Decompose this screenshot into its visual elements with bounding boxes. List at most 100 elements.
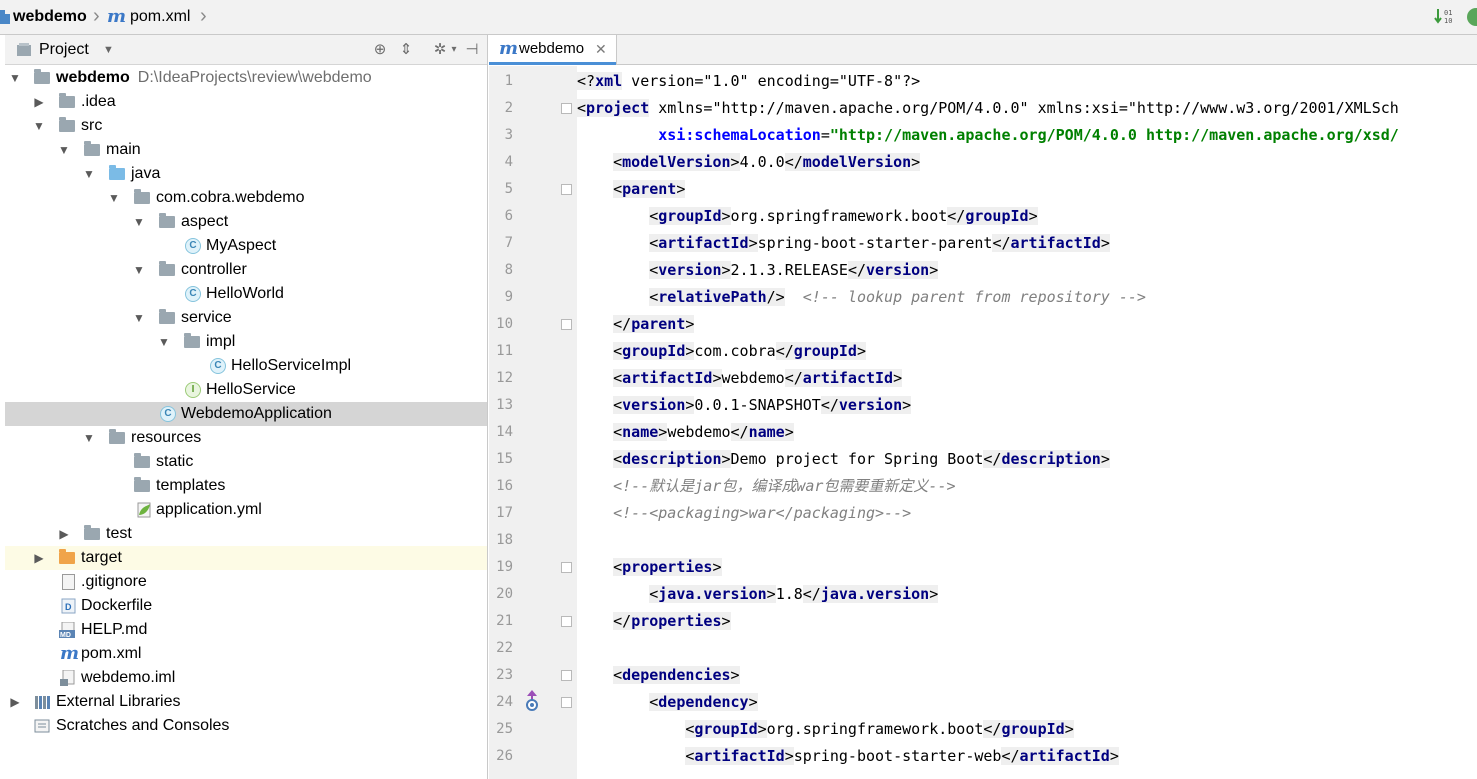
- chevron-right-icon[interactable]: ▶: [8, 690, 22, 714]
- binary-sort-icon[interactable]: 01 10: [1434, 7, 1456, 27]
- code-line[interactable]: <artifactId>spring-boot-starter-web</art…: [577, 743, 1119, 770]
- chevron-down-icon[interactable]: ▼: [132, 258, 146, 282]
- navigate-to-parent-icon[interactable]: [524, 689, 540, 711]
- tree-item-help-md[interactable]: MD HELP.md: [5, 618, 487, 642]
- tree-item-external-libraries[interactable]: ▶ External Libraries: [5, 690, 487, 714]
- chevron-right-icon[interactable]: ▶: [32, 90, 46, 114]
- code-line[interactable]: <version>2.1.3.RELEASE</version>: [577, 257, 939, 284]
- line-number: 22: [496, 640, 513, 656]
- tree-item-scratches[interactable]: Scratches and Consoles: [5, 714, 487, 738]
- code-line[interactable]: <relativePath/> <!-- lookup parent from …: [577, 284, 1146, 311]
- code-line[interactable]: <properties>: [577, 554, 722, 581]
- code-line[interactable]: <dependencies>: [577, 662, 740, 689]
- fold-marker-icon[interactable]: [561, 184, 572, 195]
- tree-item-dockerfile[interactable]: D Dockerfile: [5, 594, 487, 618]
- tree-item-label: Scratches and Consoles: [56, 717, 230, 734]
- collapse-all-icon[interactable]: ⇕: [396, 40, 416, 60]
- chevron-down-icon[interactable]: ▼: [103, 35, 114, 65]
- chevron-right-icon[interactable]: ▶: [57, 522, 71, 546]
- tree-item-controller[interactable]: ▼ controller: [5, 258, 487, 282]
- chevron-down-icon[interactable]: ▼: [82, 426, 96, 450]
- tree-item-test[interactable]: ▶ test: [5, 522, 487, 546]
- code-line[interactable]: <?xml version="1.0" encoding="UTF-8"?>: [577, 68, 920, 95]
- tree-item-label: .gitignore: [81, 573, 147, 590]
- code-line[interactable]: <!--<packaging>war</packaging>-->: [577, 500, 911, 527]
- fold-marker-icon[interactable]: [561, 670, 572, 681]
- line-number: 16: [496, 478, 513, 494]
- fold-marker-icon[interactable]: [561, 103, 572, 114]
- tree-item-webdemo-iml[interactable]: webdemo.iml: [5, 666, 487, 690]
- tree-item-gitignore[interactable]: .gitignore: [5, 570, 487, 594]
- hide-panel-icon[interactable]: ⊣: [462, 40, 482, 60]
- fold-marker-icon[interactable]: [561, 697, 572, 708]
- tree-item-webdemo[interactable]: ▼ webdemo D:\IdeaProjects\review\webdemo: [5, 66, 487, 90]
- tree-item-service[interactable]: ▼ service: [5, 306, 487, 330]
- line-number: 9: [504, 289, 513, 305]
- code-line[interactable]: <!--默认是jar包，编译成war包需要重新定义-->: [577, 473, 955, 500]
- code-line[interactable]: <artifactId>webdemo</artifactId>: [577, 365, 903, 392]
- tree-item-helloserviceimpl[interactable]: C HelloServiceImpl: [5, 354, 487, 378]
- editor-tab[interactable]: m webdemo ✕: [489, 35, 617, 65]
- code-line[interactable]: <modelVersion>4.0.0</modelVersion>: [577, 149, 921, 176]
- tree-item-idea[interactable]: ▶ .idea: [5, 90, 487, 114]
- tree-item-helloservice[interactable]: I HelloService: [5, 378, 487, 402]
- code-line[interactable]: </parent>: [577, 311, 695, 338]
- tree-item-aspect[interactable]: ▼ aspect: [5, 210, 487, 234]
- tree-item-impl[interactable]: ▼ impl: [5, 330, 487, 354]
- code-line[interactable]: <groupId>org.springframework.boot</group…: [577, 716, 1074, 743]
- code-line[interactable]: <java.version>1.8</java.version>: [577, 581, 939, 608]
- code-line[interactable]: <project xmlns="http://maven.apache.org/…: [577, 95, 1399, 122]
- editor-tab-bar: m webdemo ✕: [489, 35, 1477, 65]
- code-line[interactable]: <description>Demo project for Spring Boo…: [577, 446, 1110, 473]
- editor-tab-label: webdemo: [519, 40, 585, 57]
- tree-item-src[interactable]: ▼ src: [5, 114, 487, 138]
- chevron-down-icon[interactable]: ▾: [444, 40, 464, 60]
- line-number: 24: [496, 694, 513, 710]
- run-icon[interactable]: [1464, 7, 1477, 27]
- chevron-down-icon[interactable]: ▼: [107, 186, 121, 210]
- chevron-down-icon[interactable]: ▼: [32, 114, 46, 138]
- code-line[interactable]: <parent>: [577, 176, 686, 203]
- chevron-down-icon[interactable]: ▼: [8, 66, 22, 90]
- chevron-down-icon[interactable]: ▼: [82, 162, 96, 186]
- tree-item-myaspect[interactable]: C MyAspect: [5, 234, 487, 258]
- fold-marker-icon[interactable]: [561, 616, 572, 627]
- close-icon[interactable]: ✕: [595, 35, 607, 63]
- tree-item-java[interactable]: ▼ java: [5, 162, 487, 186]
- folder-icon: [134, 453, 150, 468]
- project-view-title[interactable]: Project: [39, 35, 89, 65]
- code-line[interactable]: <dependency>: [577, 689, 758, 716]
- code-line[interactable]: <groupId>org.springframework.boot</group…: [577, 203, 1038, 230]
- line-number: 2: [504, 100, 513, 116]
- chevron-down-icon[interactable]: ▼: [132, 210, 146, 234]
- tree-item-static[interactable]: static: [5, 450, 487, 474]
- code-line[interactable]: </properties>: [577, 608, 731, 635]
- tree-item-helloworld[interactable]: C HelloWorld: [5, 282, 487, 306]
- chevron-down-icon[interactable]: ▼: [57, 138, 71, 162]
- tree-item-package-root[interactable]: ▼ com.cobra.webdemo: [5, 186, 487, 210]
- chevron-down-icon[interactable]: ▼: [157, 330, 171, 354]
- code-editor[interactable]: <?xml version="1.0" encoding="UTF-8"?> <p…: [577, 66, 1477, 779]
- locate-icon[interactable]: ⊕: [370, 40, 390, 60]
- class-icon: C: [185, 238, 201, 254]
- fold-marker-icon[interactable]: [561, 562, 572, 573]
- code-line[interactable]: <version>0.0.1-SNAPSHOT</version>: [577, 392, 912, 419]
- chevron-right-icon[interactable]: ▶: [32, 546, 46, 570]
- tree-item-resources[interactable]: ▼ resources: [5, 426, 487, 450]
- breadcrumb-file[interactable]: pom.xml: [130, 0, 190, 34]
- breadcrumb-project[interactable]: webdemo: [13, 0, 87, 34]
- code-line[interactable]: xsi:schemaLocation="http://maven.apache.…: [577, 122, 1399, 149]
- line-number: 13: [496, 397, 513, 413]
- module-folder-icon: [34, 69, 50, 84]
- tree-item-main[interactable]: ▼ main: [5, 138, 487, 162]
- fold-marker-icon[interactable]: [561, 319, 572, 330]
- tree-item-application-yml[interactable]: application.yml: [5, 498, 487, 522]
- tree-item-templates[interactable]: templates: [5, 474, 487, 498]
- tree-item-target[interactable]: ▶ target: [5, 546, 487, 570]
- code-line[interactable]: <artifactId>spring-boot-starter-parent</…: [577, 230, 1110, 257]
- tree-item-webdemoapplication[interactable]: C WebdemoApplication: [5, 402, 487, 426]
- chevron-down-icon[interactable]: ▼: [132, 306, 146, 330]
- tree-item-pom-xml[interactable]: m pom.xml: [5, 642, 487, 666]
- code-line[interactable]: <groupId>com.cobra</groupId>: [577, 338, 866, 365]
- code-line[interactable]: <name>webdemo</name>: [577, 419, 794, 446]
